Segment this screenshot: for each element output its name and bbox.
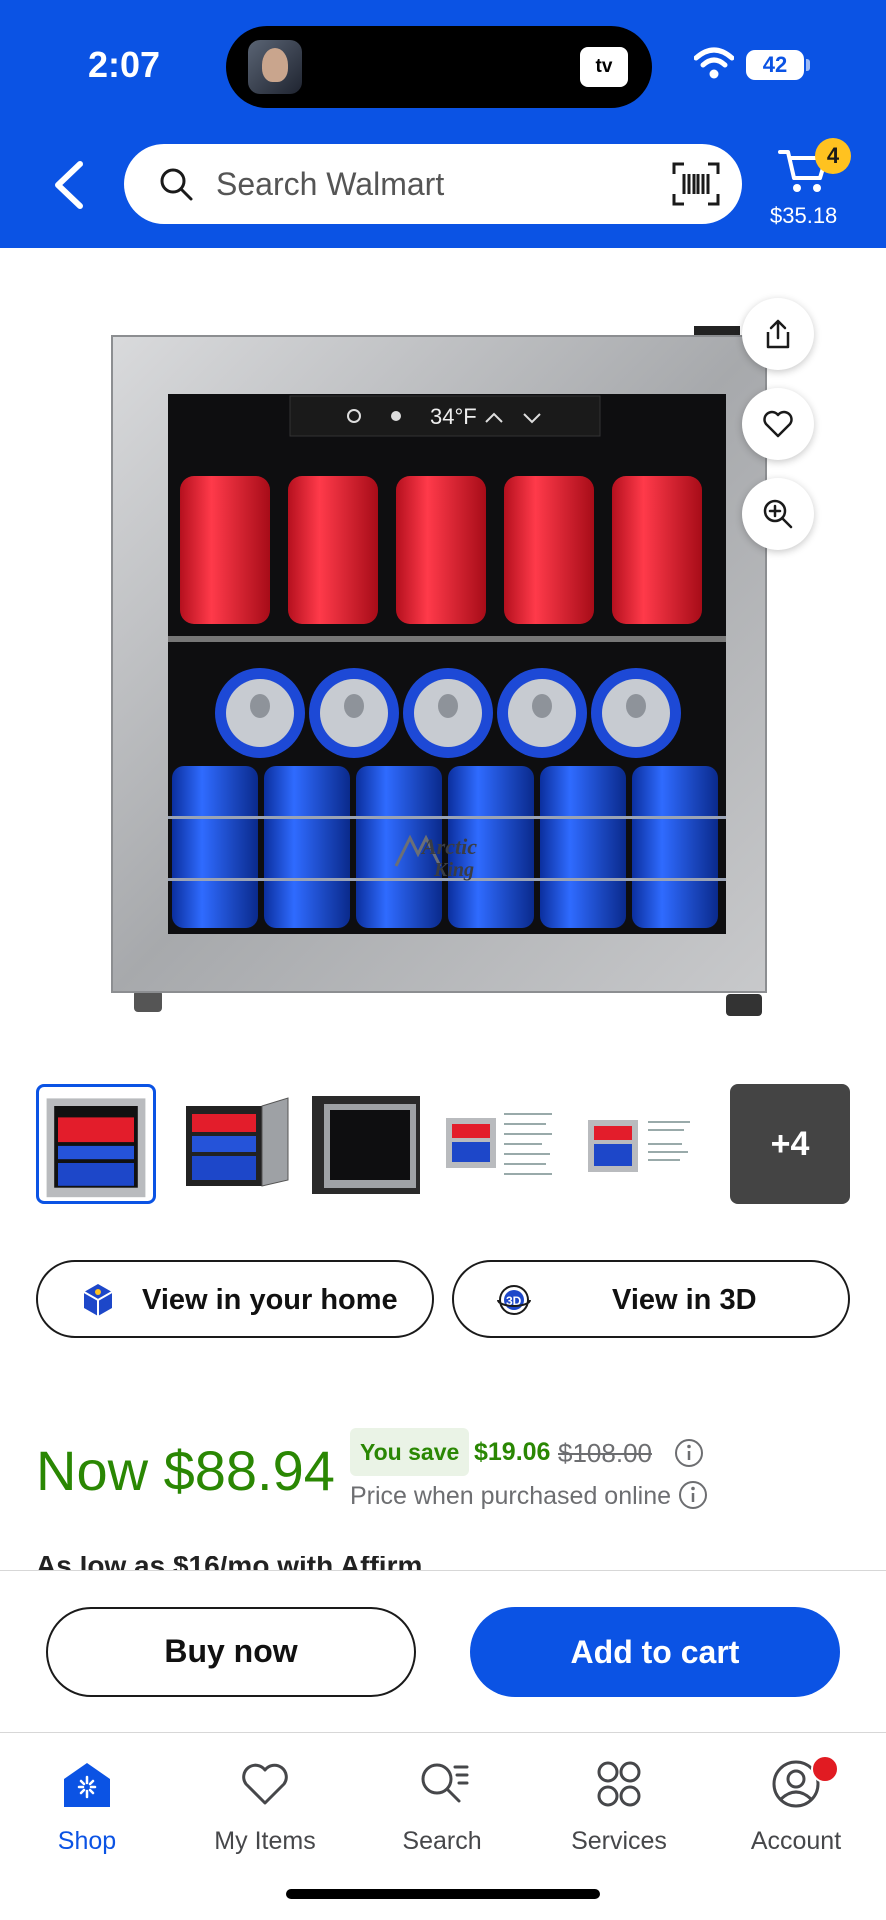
status-time: 2:07	[88, 44, 161, 85]
battery-indicator: 42	[746, 50, 804, 80]
barcode-scan-icon[interactable]	[672, 162, 720, 206]
savings-amount: $19.06	[474, 1438, 551, 1466]
cart-count-badge: 4	[815, 138, 851, 174]
heart-icon	[242, 1763, 288, 1805]
notification-dot	[811, 1755, 839, 1783]
price-note: Price when purchased online	[350, 1482, 672, 1510]
search-input[interactable]: Search Walmart	[124, 144, 742, 224]
view-in-your-home-label: View in your home	[142, 1284, 398, 1316]
heart-icon	[763, 410, 793, 438]
tab-services-label: Services	[571, 1827, 667, 1855]
thumbnail-4[interactable]	[442, 1084, 562, 1204]
thumbnail-dimensions-sheet	[588, 1120, 690, 1172]
share-button[interactable]	[742, 298, 814, 370]
app-header: 2:07 tv 42 Search Walmart 4 $35.18	[0, 0, 886, 248]
zoom-button[interactable]	[742, 478, 814, 550]
tab-services[interactable]: Services	[544, 1757, 694, 1867]
cart-total: $35.18	[770, 203, 838, 228]
thumbnail-2[interactable]	[176, 1084, 296, 1204]
purchase-action-bar: Buy now Add to cart	[0, 1570, 886, 1732]
you-save-badge: You save	[350, 1428, 470, 1476]
battery-tip	[806, 59, 810, 71]
tab-shop[interactable]: Shop	[12, 1757, 162, 1867]
now-playing-artwork	[248, 40, 302, 94]
view-in-3d-button[interactable]: 3D View in 3D	[452, 1260, 850, 1338]
svg-text:King: King	[433, 859, 474, 881]
thumbnail-features-sheet	[446, 1113, 552, 1175]
tab-my-items[interactable]: My Items	[190, 1757, 340, 1867]
tab-account[interactable]: Account	[721, 1755, 871, 1867]
more-thumbnails-count: +4	[770, 1125, 810, 1163]
tab-search[interactable]: Search	[367, 1757, 517, 1867]
tab-my-items-label: My Items	[214, 1827, 316, 1855]
home-indicator[interactable]	[286, 1889, 600, 1899]
battery-level: 42	[762, 52, 788, 77]
wifi-icon	[694, 47, 734, 79]
thumbnail-strip: +4	[36, 1084, 850, 1204]
was-price: $108.00	[558, 1438, 652, 1468]
thumbnail-fridge-front	[46, 1098, 146, 1198]
view-in-3d-label: View in 3D	[612, 1284, 757, 1316]
apple-tv-icon: tv	[580, 47, 628, 87]
brand-logo: Arctic	[420, 834, 477, 859]
buy-now-button[interactable]: Buy now	[46, 1607, 416, 1697]
rotate-3d-icon: 3D	[497, 1285, 531, 1315]
share-icon	[766, 319, 790, 349]
product-image[interactable]: 34°F Arctic King	[104, 318, 794, 1028]
tab-account-label: Account	[750, 1827, 842, 1855]
shop-icon	[64, 1763, 110, 1807]
search-list-icon	[421, 1763, 469, 1803]
financing-text: As low as $16/mo with Affirm	[36, 1556, 676, 1570]
current-price: Now $88.94	[36, 1439, 335, 1502]
dynamic-island[interactable]: tv	[226, 26, 652, 108]
search-placeholder: Search Walmart	[216, 166, 445, 202]
info-icon[interactable]	[674, 1438, 704, 1468]
thumbnail-5[interactable]	[582, 1084, 702, 1204]
zoom-in-icon	[763, 499, 793, 529]
ar-cube-icon	[83, 1284, 113, 1316]
financing-text-partial: As low as $16/mo with Affirm	[36, 1556, 676, 1570]
add-to-cart-button[interactable]: Add to cart	[470, 1607, 840, 1697]
view-in-your-home-button[interactable]: View in your home	[36, 1260, 434, 1338]
favorite-button[interactable]	[742, 388, 814, 460]
thumbnail-more[interactable]: +4	[730, 1084, 850, 1204]
tab-search-label: Search	[402, 1827, 482, 1855]
search-icon	[160, 168, 193, 201]
back-arrow-icon[interactable]	[46, 158, 96, 212]
info-icon[interactable]	[678, 1480, 708, 1510]
grid-circles-icon	[597, 1761, 641, 1807]
thumbnail-1[interactable]	[36, 1084, 156, 1204]
thumbnail-fridge-angle	[312, 1096, 420, 1194]
bottom-tab-bar: Shop My Items Search Services Account	[0, 1732, 886, 1920]
thumbnail-3[interactable]	[304, 1084, 424, 1204]
apple-tv-label: tv	[595, 56, 613, 77]
svg-text:34°F: 34°F	[430, 404, 477, 429]
thumbnail-fridge-open	[186, 1097, 289, 1187]
tab-shop-label: Shop	[57, 1827, 117, 1855]
